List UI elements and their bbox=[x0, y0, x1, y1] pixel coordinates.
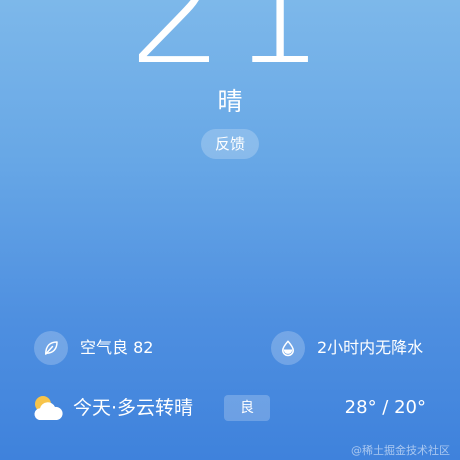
feedback-button[interactable]: 反馈 bbox=[201, 129, 259, 159]
weather-condition: 晴 bbox=[217, 87, 243, 116]
air-quality-label: 空气良 82 bbox=[80, 338, 154, 357]
forecast-day-label: 今天·多云转晴 bbox=[73, 397, 194, 419]
current-temperature: 21 bbox=[128, 0, 332, 98]
air-quality-item[interactable]: 空气良 82 bbox=[34, 331, 153, 365]
forecast-temp-range: 28° / 20° bbox=[344, 397, 426, 418]
forecast-today-row[interactable]: 今天·多云转晴 良 28° / 20° bbox=[32, 390, 432, 426]
watermark: @稀土掘金技术社区 bbox=[351, 444, 450, 457]
aqi-badge: 良 bbox=[224, 395, 270, 421]
leaf-icon bbox=[34, 331, 68, 365]
partly-cloudy-icon bbox=[34, 396, 63, 420]
water-drop-icon bbox=[271, 331, 305, 365]
precipitation-item[interactable]: 2小时内无降水 bbox=[271, 331, 423, 365]
precipitation-label: 2小时内无降水 bbox=[317, 338, 424, 357]
